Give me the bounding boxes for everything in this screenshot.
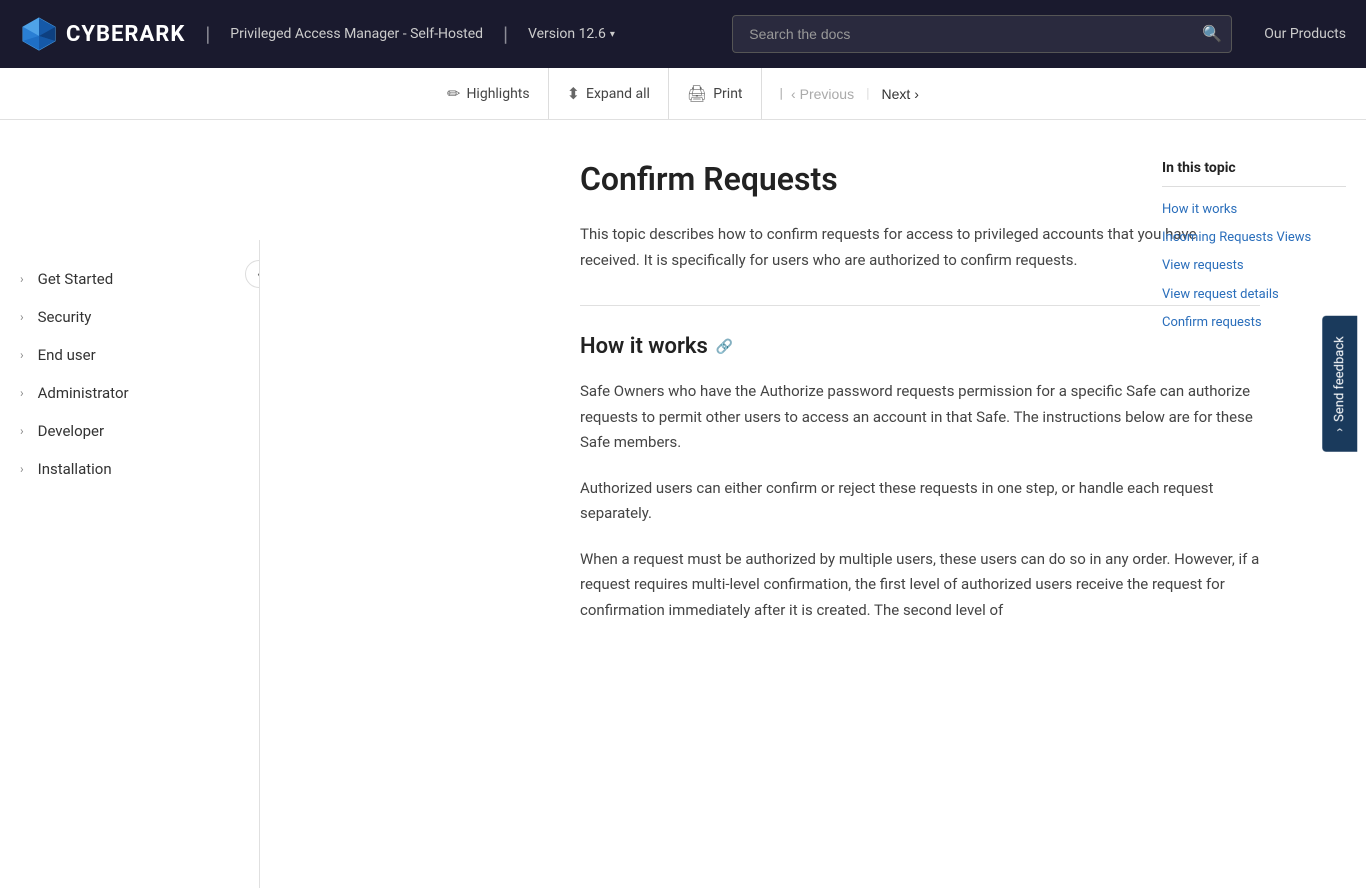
header-pipe2: |	[503, 22, 508, 46]
highlights-label: Highlights	[466, 86, 529, 102]
toc-item-how-it-works[interactable]: How it works	[1162, 201, 1346, 219]
next-button[interactable]: Next ›	[882, 86, 919, 102]
feedback-tab[interactable]: › Send feedback	[1323, 316, 1358, 452]
version-label: Version 12.6	[528, 26, 606, 42]
version-selector[interactable]: Version 12.6 ▾	[528, 26, 615, 42]
search-bar: 🔍	[732, 15, 1232, 53]
toc-item-view-requests[interactable]: View requests	[1162, 257, 1346, 275]
sidebar-item-get-started[interactable]: › Get Started	[0, 260, 259, 298]
anchor-icon[interactable]: 🔗	[716, 339, 733, 355]
header-pipe: |	[205, 22, 210, 46]
arrow-left-icon: ‹	[791, 86, 796, 102]
previous-label: Previous	[800, 86, 854, 102]
print-icon: 🖨	[687, 84, 707, 103]
print-label: Print	[713, 86, 742, 102]
chevron-down-icon: ▾	[610, 29, 615, 40]
toc-item-incoming-requests-views[interactable]: Incoming Requests Views	[1162, 229, 1346, 247]
sidebar-item-label: End user	[38, 346, 96, 364]
toc-item-confirm-requests[interactable]: Confirm requests	[1162, 314, 1346, 332]
chevron-right-icon: ›	[20, 310, 24, 324]
chevron-right-icon: ›	[20, 424, 24, 438]
cyberark-logo-icon	[20, 15, 58, 53]
section1-para2: Authorized users can either confirm or r…	[580, 476, 1260, 527]
product-name: Privileged Access Manager - Self-Hosted	[230, 26, 483, 42]
feedback-label: Send feedback	[1333, 336, 1348, 422]
toc-item-view-request-details[interactable]: View request details	[1162, 286, 1346, 304]
search-input[interactable]	[732, 15, 1232, 53]
chevron-right-icon: ›	[20, 386, 24, 400]
expand-all-label: Expand all	[586, 86, 650, 102]
sidebar-item-security[interactable]: › Security	[0, 298, 259, 336]
sidebar: ‹ › Get Started › Security › End user › …	[0, 240, 260, 888]
page-navigation: | ‹ Previous | Next ›	[762, 86, 937, 102]
sidebar-item-end-user[interactable]: › End user	[0, 336, 259, 374]
expand-all-icon: ⬍	[567, 84, 580, 103]
chevron-right-icon: ›	[20, 348, 24, 362]
sidebar-item-administrator[interactable]: › Administrator	[0, 374, 259, 412]
sidebar-item-installation[interactable]: › Installation	[0, 450, 259, 488]
sidebar-item-label: Developer	[38, 422, 105, 440]
highlights-icon: ✏	[447, 84, 460, 103]
section1-para3: When a request must be authorized by mul…	[580, 547, 1260, 624]
expand-all-button[interactable]: ⬍ Expand all	[549, 68, 669, 119]
section1-heading-text: How it works	[580, 334, 708, 359]
page-wrapper: ‹ › Get Started › Security › End user › …	[0, 120, 1366, 768]
arrow-right-icon: ›	[914, 86, 919, 102]
logo-link[interactable]: CYBERARK	[20, 15, 185, 53]
toc-title: In this topic	[1162, 160, 1346, 187]
sidebar-item-label: Security	[38, 308, 92, 326]
section1-para1: Safe Owners who have the Authorize passw…	[580, 379, 1260, 456]
feedback-arrow-icon: ›	[1333, 428, 1348, 432]
logo-text: CYBERARK	[66, 22, 185, 47]
sidebar-item-developer[interactable]: › Developer	[0, 412, 259, 450]
next-label: Next	[882, 86, 911, 102]
main-header: CYBERARK | Privileged Access Manager - S…	[0, 0, 1366, 68]
chevron-right-icon: ›	[20, 462, 24, 476]
sidebar-item-label: Get Started	[38, 270, 114, 288]
nav-separator2: |	[866, 86, 869, 102]
search-button[interactable]: 🔍	[1202, 24, 1222, 44]
chevron-right-icon: ›	[20, 272, 24, 286]
previous-button[interactable]: ‹ Previous	[791, 86, 854, 102]
sidebar-item-label: Administrator	[38, 384, 129, 402]
highlights-button[interactable]: ✏ Highlights	[429, 68, 549, 119]
sidebar-item-label: Installation	[38, 460, 112, 478]
content-toolbar: ✏ Highlights ⬍ Expand all 🖨 Print | ‹ Pr…	[0, 68, 1366, 120]
print-button[interactable]: 🖨 Print	[669, 68, 762, 119]
our-products-link[interactable]: Our Products	[1264, 26, 1346, 42]
nav-separator: |	[780, 86, 783, 102]
